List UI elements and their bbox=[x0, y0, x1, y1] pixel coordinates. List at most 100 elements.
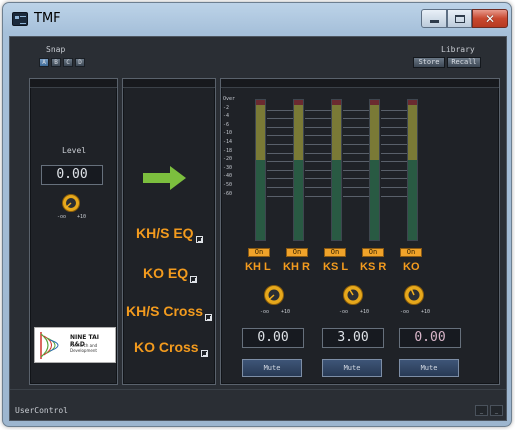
output-knob-2[interactable] bbox=[342, 284, 364, 306]
on-button-kh-l[interactable]: On bbox=[248, 248, 270, 257]
level-label: Level bbox=[62, 146, 87, 155]
store-button[interactable]: Store bbox=[413, 57, 445, 68]
on-button-ks-l[interactable]: On bbox=[324, 248, 346, 257]
on-button-ko[interactable]: On bbox=[400, 248, 422, 257]
close-button[interactable]: ✕ bbox=[472, 9, 508, 28]
level-knob-min: -oo bbox=[57, 214, 67, 220]
output-knob-1[interactable] bbox=[263, 284, 285, 306]
meter-kh-l bbox=[255, 99, 266, 241]
meter-gridline bbox=[343, 118, 369, 120]
mute-button-1[interactable]: Mute bbox=[242, 359, 302, 377]
meter-gridline bbox=[381, 195, 407, 197]
meter-ko bbox=[407, 99, 418, 241]
output-knob-3[interactable] bbox=[403, 284, 425, 306]
minimize-icon bbox=[429, 20, 439, 23]
meter-gridline bbox=[343, 144, 369, 145]
arrow-right-icon bbox=[143, 166, 186, 190]
meter-gridline bbox=[267, 161, 293, 163]
output-knob-1-min: -oo bbox=[260, 309, 270, 315]
ko-eq-link[interactable]: KO EQ bbox=[143, 265, 198, 283]
meter-gridline bbox=[305, 135, 331, 137]
status-minimize-button[interactable]: _ bbox=[475, 405, 488, 416]
app-window: TMF ✕ Snap A B C D Library Store Recall … bbox=[2, 2, 512, 427]
meter-gridline bbox=[343, 178, 369, 180]
meter-gridline bbox=[381, 126, 407, 128]
level-value-field[interactable]: 0.00 bbox=[41, 165, 103, 185]
close-icon: ✕ bbox=[484, 11, 496, 26]
meter-gridline bbox=[305, 195, 331, 197]
library-label: Library bbox=[441, 45, 475, 54]
meter-ks-r bbox=[369, 99, 380, 241]
output-knob-3-max: +10 bbox=[421, 309, 431, 315]
client-area: Snap A B C D Library Store Recall Level … bbox=[9, 36, 507, 421]
meter-gridline bbox=[343, 169, 369, 171]
meter-kh-r bbox=[293, 99, 304, 241]
open-external-icon bbox=[190, 276, 198, 283]
khs-cross-link[interactable]: KH/S Cross bbox=[126, 303, 213, 321]
status-close-button[interactable]: _ bbox=[490, 405, 503, 416]
meter-gridline bbox=[381, 144, 407, 145]
output-knob-2-min: -oo bbox=[339, 309, 349, 315]
meter-gridline bbox=[381, 187, 407, 188]
meter-gridline bbox=[305, 144, 331, 145]
meter-gridline bbox=[267, 135, 293, 137]
meter-gridline bbox=[267, 144, 293, 145]
snap-a-button[interactable]: A bbox=[39, 58, 49, 67]
meter-gridline bbox=[267, 118, 293, 120]
meter-gridline bbox=[343, 135, 369, 137]
meter-gridline bbox=[305, 161, 331, 163]
logo-tagline: Research and Development bbox=[70, 343, 98, 353]
meter-ks-l bbox=[331, 99, 342, 241]
meter-gridline bbox=[305, 187, 331, 188]
channel-label-kh-r: KH R bbox=[283, 261, 310, 273]
khs-eq-link[interactable]: KH/S EQ bbox=[136, 225, 203, 243]
meter-gridline bbox=[381, 135, 407, 137]
output-value-field-2[interactable]: 3.00 bbox=[322, 328, 384, 348]
minimize-button[interactable] bbox=[421, 9, 447, 28]
meter-gridline bbox=[305, 126, 331, 128]
output-value-field-3[interactable]: 0.00 bbox=[399, 328, 461, 348]
app-icon[interactable] bbox=[12, 12, 28, 26]
maximize-icon bbox=[454, 14, 465, 23]
ko-cross-link[interactable]: KO Cross bbox=[134, 339, 208, 357]
on-button-kh-r[interactable]: On bbox=[286, 248, 308, 257]
company-logo: NINE TAI R&D Research and Development bbox=[34, 327, 116, 363]
snap-label: Snap bbox=[46, 45, 66, 54]
meter-gridline bbox=[381, 169, 407, 171]
maximize-button[interactable] bbox=[447, 9, 472, 28]
output-value-field-1[interactable]: 0.00 bbox=[242, 328, 304, 348]
meter-gridline bbox=[343, 161, 369, 163]
meter-gridline bbox=[343, 109, 369, 111]
snap-b-button[interactable]: B bbox=[51, 58, 61, 67]
snap-c-button[interactable]: C bbox=[63, 58, 73, 67]
open-external-icon bbox=[195, 236, 203, 243]
meter-gridline bbox=[267, 126, 293, 128]
meter-gridline bbox=[267, 178, 293, 180]
level-knob[interactable] bbox=[61, 193, 81, 213]
meter-gridline bbox=[343, 152, 369, 154]
channel-label-ks-r: KS R bbox=[360, 261, 387, 273]
output-knob-1-max: +10 bbox=[281, 309, 291, 315]
mute-button-2[interactable]: Mute bbox=[322, 359, 382, 377]
meter-gridline bbox=[381, 118, 407, 120]
mute-button-3[interactable]: Mute bbox=[399, 359, 459, 377]
channel-label-ko: KO bbox=[403, 261, 420, 273]
meter-gridline bbox=[267, 187, 293, 188]
snap-d-button[interactable]: D bbox=[75, 58, 85, 67]
channel-label-ks-l: KS L bbox=[323, 261, 349, 273]
meter-gridline bbox=[305, 109, 331, 111]
channel-label-kh-l: KH L bbox=[245, 261, 271, 273]
on-button-ks-r[interactable]: On bbox=[362, 248, 384, 257]
meter-gridline bbox=[305, 118, 331, 120]
meter-gridline bbox=[343, 195, 369, 197]
level-knob-max: +10 bbox=[77, 214, 87, 220]
meter-gridline bbox=[343, 187, 369, 188]
meter-gridline bbox=[381, 178, 407, 180]
title-bar[interactable]: TMF ✕ bbox=[3, 3, 511, 35]
meter-gridline bbox=[267, 109, 293, 111]
recall-button[interactable]: Recall bbox=[447, 57, 481, 68]
meter-gridline bbox=[381, 161, 407, 163]
open-external-icon bbox=[205, 314, 213, 321]
status-bar: UserControl _ _ bbox=[10, 389, 506, 420]
meter-gridline bbox=[267, 152, 293, 154]
